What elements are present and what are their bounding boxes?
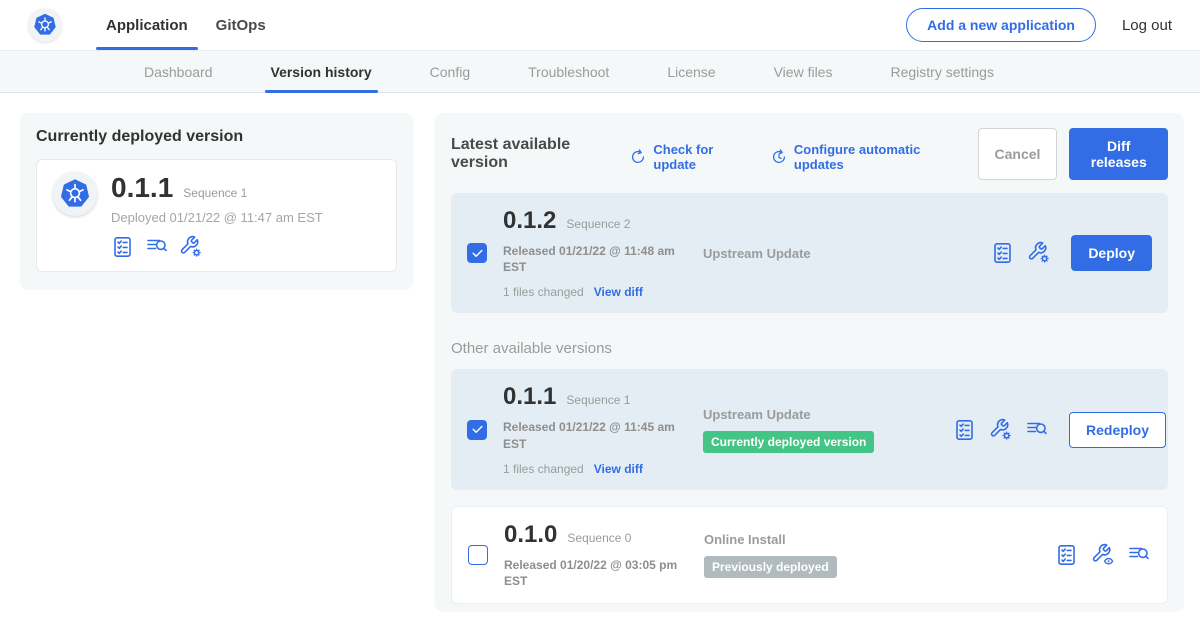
version-row-0-1-1: 0.1.1 Sequence 1 Released 01/21/22 @ 11:… bbox=[451, 369, 1168, 489]
version-info-column: 0.1.2 Sequence 2 Released 01/21/22 @ 11:… bbox=[503, 207, 703, 299]
cancel-button[interactable]: Cancel bbox=[978, 128, 1058, 180]
version-source-column: Upstream Update Currently deployed versi… bbox=[703, 407, 953, 453]
edit-config-icon[interactable] bbox=[989, 418, 1013, 442]
app-logo[interactable] bbox=[28, 0, 62, 50]
preflight-checks-icon[interactable] bbox=[953, 418, 977, 442]
tab-gitops[interactable]: GitOps bbox=[202, 0, 280, 50]
currently-deployed-panel: Currently deployed version 0.1.1 Sequenc… bbox=[20, 113, 413, 290]
topnav-actions: Add a new application Log out bbox=[906, 0, 1172, 50]
logout-link[interactable]: Log out bbox=[1122, 17, 1172, 34]
subnav-label-license: License bbox=[667, 64, 715, 80]
version-row-actions bbox=[1055, 543, 1151, 567]
available-versions-panel: Latest available version Check for updat… bbox=[435, 113, 1184, 612]
check-for-update-link[interactable]: Check for update bbox=[629, 142, 748, 172]
subnav-item-dashboard[interactable]: Dashboard bbox=[138, 51, 219, 92]
files-changed-label: 1 files changed bbox=[503, 285, 584, 299]
view-logs-icon[interactable] bbox=[1127, 543, 1151, 567]
app-subnav: Dashboard Version history Config Trouble… bbox=[0, 50, 1200, 93]
deployed-info: 0.1.1 Sequence 1 Deployed 01/21/22 @ 11:… bbox=[111, 172, 323, 259]
subnav-label-troubleshoot: Troubleshoot bbox=[528, 64, 609, 80]
subnav-item-registry-settings[interactable]: Registry settings bbox=[884, 51, 999, 92]
previously-deployed-badge: Previously deployed bbox=[704, 556, 837, 578]
deployed-sequence-label: Sequence 1 bbox=[183, 186, 247, 200]
deploy-button[interactable]: Deploy bbox=[1071, 235, 1152, 271]
available-versions-header: Latest available version Check for updat… bbox=[451, 128, 1168, 180]
redeploy-button[interactable]: Redeploy bbox=[1069, 412, 1166, 448]
version-row-0-1-0: 0.1.0 Sequence 0 Released 01/20/22 @ 03:… bbox=[451, 506, 1168, 604]
add-new-application-button[interactable]: Add a new application bbox=[906, 8, 1096, 42]
subnav-label-dashboard: Dashboard bbox=[144, 64, 213, 80]
version-source-label: Online Install bbox=[704, 532, 954, 547]
currently-deployed-card: 0.1.1 Sequence 1 Deployed 01/21/22 @ 11:… bbox=[36, 159, 397, 272]
check-for-update-label: Check for update bbox=[653, 142, 748, 172]
currently-deployed-badge: Currently deployed version bbox=[703, 431, 874, 453]
subnav-item-license[interactable]: License bbox=[661, 51, 721, 92]
view-logs-icon[interactable] bbox=[145, 235, 169, 259]
subnav-item-troubleshoot[interactable]: Troubleshoot bbox=[522, 51, 615, 92]
subnav-label-view-files: View files bbox=[774, 64, 833, 80]
released-timestamp: Released 01/20/22 @ 03:05 pm EST bbox=[504, 557, 696, 589]
preflight-checks-icon[interactable] bbox=[991, 241, 1015, 265]
sequence-label: Sequence 2 bbox=[566, 217, 630, 231]
version-source-label: Upstream Update bbox=[703, 407, 953, 422]
released-timestamp: Released 01/21/22 @ 11:45 am EST bbox=[503, 419, 695, 451]
view-diff-link[interactable]: View diff bbox=[594, 285, 643, 299]
subnav-label-version-history: Version history bbox=[271, 64, 372, 80]
view-config-icon[interactable] bbox=[1091, 543, 1115, 567]
edit-config-icon[interactable] bbox=[179, 235, 203, 259]
version-info-column: 0.1.0 Sequence 0 Released 01/20/22 @ 03:… bbox=[504, 521, 704, 589]
version-checkbox-0-1-2[interactable] bbox=[467, 243, 487, 263]
top-nav: Application GitOps Add a new application… bbox=[0, 0, 1200, 50]
configure-automatic-updates-link[interactable]: Configure automatic updates bbox=[770, 142, 956, 172]
released-timestamp: Released 01/21/22 @ 11:48 am EST bbox=[503, 243, 695, 275]
currently-deployed-title: Currently deployed version bbox=[36, 128, 397, 146]
subnav-item-version-history[interactable]: Version history bbox=[265, 51, 378, 92]
edit-config-icon[interactable] bbox=[1027, 241, 1051, 265]
preflight-checks-icon[interactable] bbox=[1055, 543, 1079, 567]
version-source-column: Upstream Update bbox=[703, 246, 953, 261]
diff-releases-button[interactable]: Diff releases bbox=[1069, 128, 1168, 180]
checkmark-icon bbox=[471, 247, 484, 260]
configure-automatic-updates-label: Configure automatic updates bbox=[794, 142, 956, 172]
latest-available-title: Latest available version bbox=[451, 136, 615, 172]
version-number: 0.1.2 bbox=[503, 207, 556, 235]
tab-application-label: Application bbox=[106, 17, 188, 34]
view-diff-link[interactable]: View diff bbox=[594, 462, 643, 476]
version-number: 0.1.1 bbox=[503, 383, 556, 411]
deployed-timestamp: Deployed 01/21/22 @ 11:47 am EST bbox=[111, 210, 323, 225]
checkmark-icon bbox=[471, 423, 484, 436]
files-changed-label: 1 files changed bbox=[503, 462, 584, 476]
tab-application[interactable]: Application bbox=[92, 0, 202, 50]
version-number: 0.1.0 bbox=[504, 521, 557, 549]
version-row-0-1-2: 0.1.2 Sequence 2 Released 01/21/22 @ 11:… bbox=[451, 193, 1168, 313]
version-source-label: Upstream Update bbox=[703, 246, 953, 261]
version-source-column: Online Install Previously deployed bbox=[704, 532, 954, 578]
refresh-icon bbox=[629, 148, 647, 166]
subnav-label-registry-settings: Registry settings bbox=[890, 64, 993, 80]
subnav-label-config: Config bbox=[430, 64, 470, 80]
kubernetes-logo-icon bbox=[28, 8, 62, 42]
tab-gitops-label: GitOps bbox=[216, 17, 266, 34]
kubernetes-app-icon bbox=[53, 172, 97, 216]
other-available-versions-label: Other available versions bbox=[451, 340, 1168, 357]
deployed-version-number: 0.1.1 bbox=[111, 172, 173, 204]
subnav-item-config[interactable]: Config bbox=[424, 51, 476, 92]
version-checkbox-0-1-0[interactable] bbox=[468, 545, 488, 565]
clock-refresh-icon bbox=[770, 148, 788, 166]
subnav-item-view-files[interactable]: View files bbox=[768, 51, 839, 92]
version-row-actions: Redeploy bbox=[953, 412, 1166, 448]
version-checkbox-0-1-1[interactable] bbox=[467, 420, 487, 440]
version-row-actions: Deploy bbox=[991, 235, 1152, 271]
version-info-column: 0.1.1 Sequence 1 Released 01/21/22 @ 11:… bbox=[503, 383, 703, 475]
preflight-checks-icon[interactable] bbox=[111, 235, 135, 259]
sequence-label: Sequence 1 bbox=[566, 393, 630, 407]
sequence-label: Sequence 0 bbox=[567, 531, 631, 545]
view-logs-icon[interactable] bbox=[1025, 418, 1049, 442]
